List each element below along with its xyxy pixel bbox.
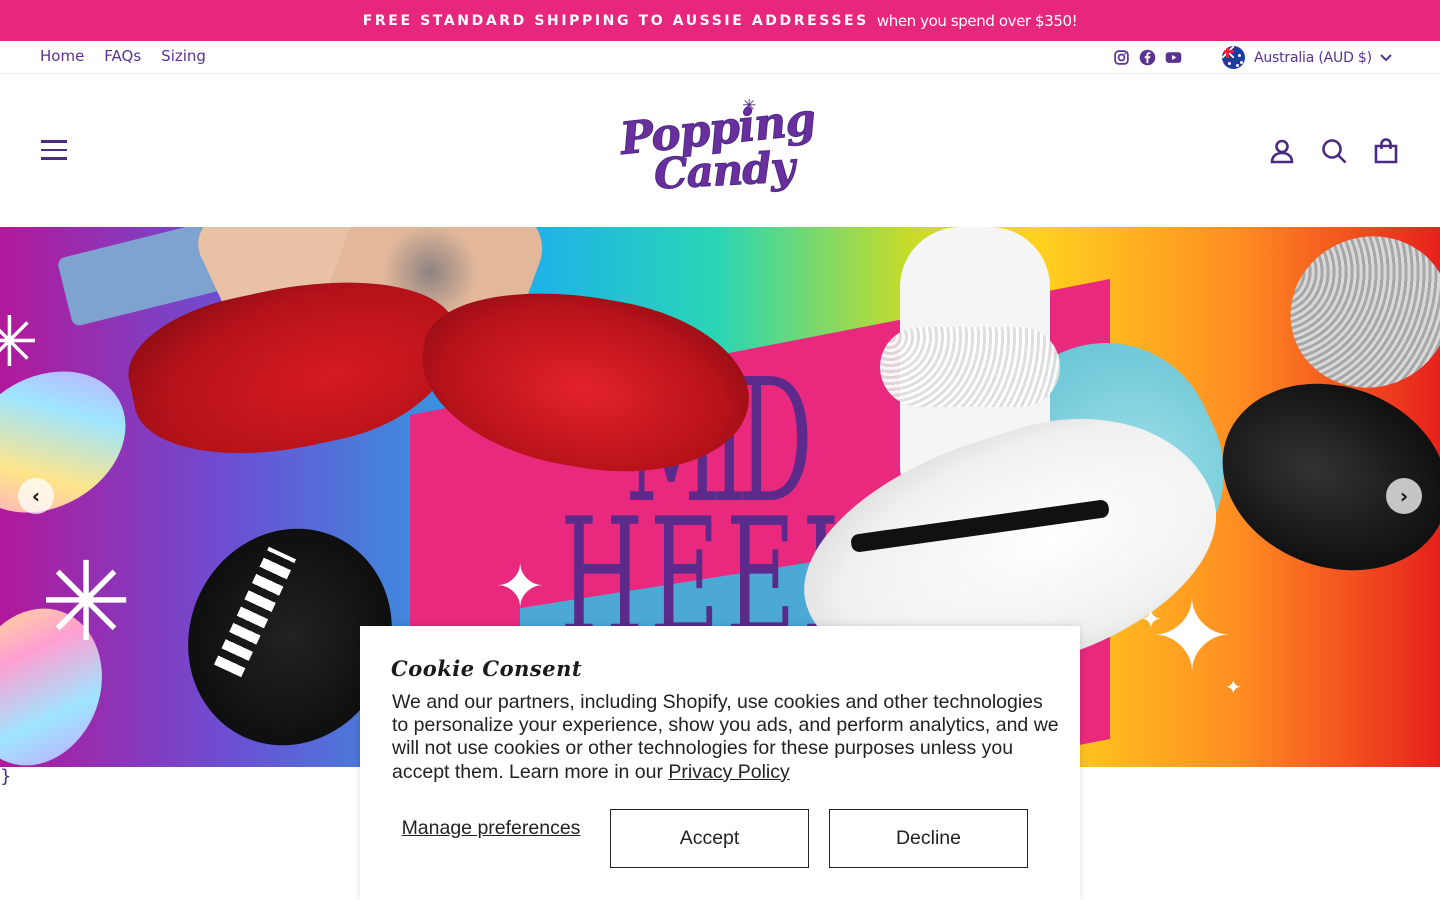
cookie-title: Cookie Consent — [391, 656, 583, 681]
site-logo[interactable]: ✳ Popping Candy — [617, 93, 822, 199]
account-icon[interactable] — [1268, 137, 1296, 165]
australia-flag-icon — [1222, 46, 1245, 69]
sparkle-icon: ✦ — [1140, 605, 1162, 635]
locale-label: Australia (AUD $) — [1254, 49, 1372, 66]
hero-black-shoe — [1196, 353, 1440, 601]
sparkle-icon: ✦ — [495, 552, 546, 622]
hero-lace — [880, 327, 1060, 407]
sparkle-icon: ✳ — [0, 301, 39, 383]
announcement-bar: FREE STANDARD SHIPPING TO AUSSIE ADDRESS… — [0, 0, 1440, 41]
cart-icon[interactable] — [1372, 137, 1400, 165]
logo-line2: Candy — [652, 142, 796, 199]
stray-text: } — [0, 766, 12, 787]
nav-link-faqs[interactable]: FAQs — [104, 47, 141, 65]
locale-selector[interactable]: Australia (AUD $) — [1222, 46, 1392, 69]
slideshow-prev-button[interactable]: ‹ — [18, 478, 54, 514]
site-header: ✳ Popping Candy — [0, 74, 1440, 227]
facebook-icon[interactable] — [1139, 49, 1156, 66]
sparkle-icon: ✦ — [1150, 578, 1234, 695]
menu-icon[interactable] — [41, 140, 67, 160]
utility-nav: Home FAQs Sizing Australia (AUD $) — [0, 41, 1440, 74]
chevron-left-icon: ‹ — [31, 484, 41, 508]
social-links — [1113, 49, 1182, 66]
hero-glitter-shoe — [1269, 227, 1440, 410]
accept-button[interactable]: Accept — [610, 809, 809, 868]
announcement-thin-text: when you spend over $350! — [876, 11, 1078, 30]
chevron-down-icon — [1380, 50, 1392, 66]
announcement-bold-text: FREE STANDARD SHIPPING TO AUSSIE ADDRESS… — [362, 12, 869, 29]
utility-links: Home FAQs Sizing — [40, 47, 206, 65]
manage-preferences-link[interactable]: Manage preferences — [391, 818, 591, 839]
chevron-right-icon: › — [1399, 484, 1409, 508]
instagram-icon[interactable] — [1113, 49, 1130, 66]
youtube-icon[interactable] — [1165, 49, 1182, 66]
privacy-policy-link[interactable]: Privacy Policy — [668, 761, 789, 783]
decline-button[interactable]: Decline — [829, 809, 1028, 868]
slideshow-next-button[interactable]: › — [1386, 478, 1422, 514]
search-icon[interactable] — [1320, 137, 1348, 165]
sparkle-icon: ✦ — [1225, 675, 1242, 699]
sparkle-icon: ✳ — [40, 538, 133, 666]
nav-link-home[interactable]: Home — [40, 47, 84, 65]
nav-link-sizing[interactable]: Sizing — [161, 47, 206, 65]
cookie-consent-dialog: Cookie Consent We and our partners, incl… — [360, 626, 1080, 900]
cookie-body: We and our partners, including Shopify, … — [392, 691, 1062, 784]
